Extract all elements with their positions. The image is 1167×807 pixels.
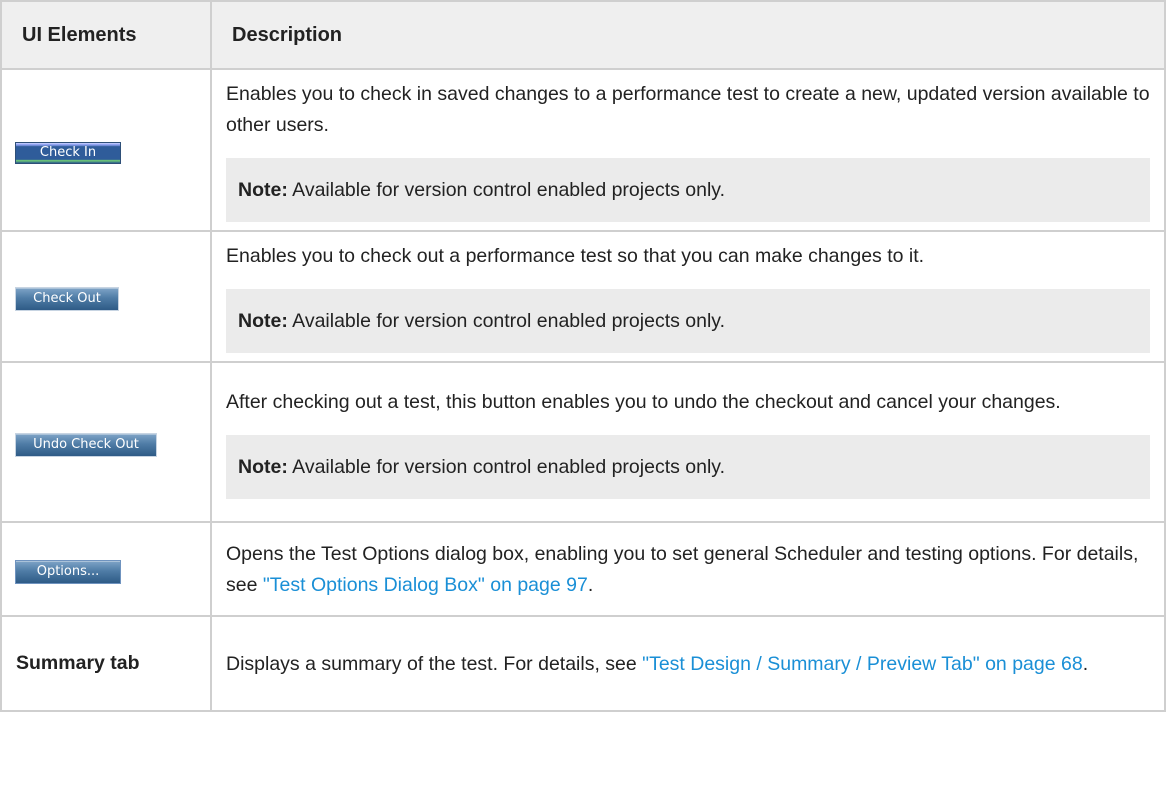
description-prefix: Displays a summary of the test. For deta… [226, 652, 643, 675]
check-out-button: Check Out [15, 287, 119, 311]
ui-elements-table: UI Elements Description Check In Enables… [0, 0, 1166, 712]
table-row-options: Options... Opens the Test Options dialog… [0, 521, 1166, 617]
element-cell: Check Out [0, 230, 212, 363]
description-suffix: . [1082, 652, 1089, 675]
note-box: Note: Available for version control enab… [226, 158, 1150, 222]
test-design-summary-preview-link[interactable]: "Test Design / Summary / Preview Tab" on… [642, 653, 1083, 675]
note-text: Available for version control enabled pr… [287, 310, 726, 332]
column-header-ui-elements: UI Elements [0, 0, 212, 70]
description-cell: Opens the Test Options dialog box, enabl… [210, 521, 1166, 617]
description-cell: Enables you to check out a performance t… [210, 230, 1166, 363]
note-box: Note: Available for version control enab… [226, 434, 1150, 499]
element-cell: Undo Check Out [0, 361, 212, 523]
description-text: Opens the Test Options dialog box, enabl… [226, 539, 1150, 601]
note-label: Note: [238, 455, 288, 478]
test-options-dialog-link[interactable]: "Test Options Dialog Box" on page 97 [263, 574, 588, 596]
description-text: After checking out a test, this button e… [226, 390, 1061, 413]
column-header-description: Description [210, 0, 1166, 70]
table-row-summary-tab: Summary tab Displays a summary of the te… [0, 615, 1166, 712]
description-cell: Enables you to check in saved changes to… [210, 68, 1166, 232]
table-header-row: UI Elements Description [0, 0, 1166, 70]
element-cell: Check In [0, 68, 212, 232]
note-label: Note: [238, 310, 288, 332]
table-row-check-in: Check In Enables you to check in saved c… [0, 68, 1166, 232]
check-in-button: Check In [15, 141, 121, 164]
description-cell: After checking out a test, this button e… [210, 361, 1166, 523]
note-label: Note: [238, 179, 288, 201]
table-row-check-out: Check Out Enables you to check out a per… [0, 230, 1166, 363]
table-row-undo-check-out: Undo Check Out After checking out a test… [0, 361, 1166, 523]
note-text: Available for version control enabled pr… [287, 179, 726, 201]
element-cell-summary-tab: Summary tab [0, 615, 212, 712]
element-cell: Options... [0, 521, 212, 617]
description-cell: Displays a summary of the test. For deta… [210, 615, 1166, 712]
description-suffix: . [587, 573, 594, 596]
note-box: Note: Available for version control enab… [226, 289, 1150, 353]
description-text: Enables you to check in saved changes to… [226, 83, 1150, 136]
description-text: Enables you to check out a performance t… [226, 245, 925, 267]
description-text: Displays a summary of the test. For deta… [226, 649, 1150, 680]
options-button: Options... [15, 559, 121, 584]
undo-check-out-button: Undo Check Out [15, 432, 157, 457]
note-text: Available for version control enabled pr… [287, 455, 726, 478]
